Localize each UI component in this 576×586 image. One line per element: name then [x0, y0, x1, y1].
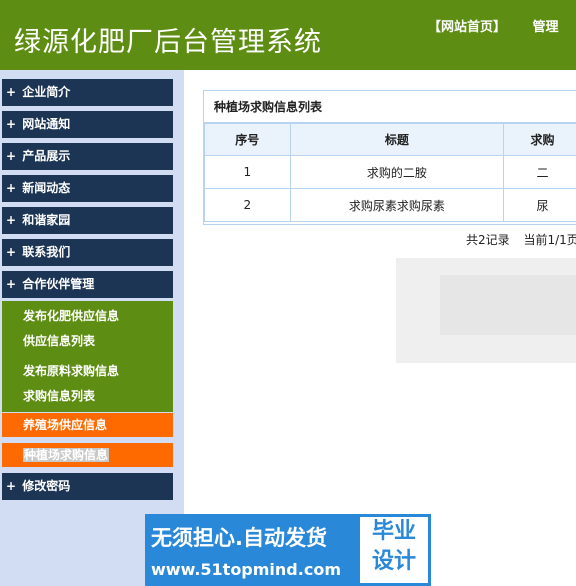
list-panel: 种植场求购信息列表 序号 标题 求购 1 求购的二胺 二 2 求购尿素求购尿素 …	[203, 90, 576, 225]
table-row: 2 求购尿素求购尿素 尿	[204, 188, 576, 222]
sidebar: + 企业简介 + 网站通知 + 产品展示 + 新闻动态 + 和谐家园 + 联系我…	[0, 70, 184, 586]
nav-manage-link[interactable]: 管理	[533, 20, 559, 35]
column-header-title: 标题	[289, 123, 505, 156]
column-header-no: 序号	[204, 123, 291, 156]
sidebar-item-products[interactable]: + 产品展示	[2, 143, 173, 170]
farm-supply-link[interactable]: 养殖场供应信息	[2, 413, 173, 437]
partner-sub-group-buy: 发布原料求购信息 求购信息列表	[2, 356, 173, 412]
table-row: 1 求购的二胺 二	[204, 155, 576, 189]
ad-banner[interactable]: 无须担心.自动发货 www.51topmind.com 毕业 设计	[145, 514, 431, 586]
cell-item: 尿	[503, 188, 576, 222]
pager: 共2记录 当前1/1页	[466, 231, 576, 248]
sidebar-item-label: 网站通知	[22, 117, 71, 131]
cell-title[interactable]: 求购尿素求购尿素	[289, 188, 505, 222]
sidebar-item-label: 修改密码	[22, 479, 71, 493]
system-title: 绿源化肥厂后台管理系统	[14, 27, 322, 58]
pager-total: 共2记录	[466, 233, 510, 247]
supply-list-link[interactable]: 供应信息列表	[2, 329, 173, 354]
ad-badge-line2: 设计	[371, 549, 416, 574]
cell-title[interactable]: 求购的二胺	[289, 155, 505, 189]
cell-no: 1	[204, 155, 291, 189]
plus-icon: +	[6, 149, 17, 163]
plus-icon: +	[6, 85, 17, 99]
plus-icon: +	[6, 277, 17, 291]
sidebar-item-news[interactable]: + 新闻动态	[2, 175, 173, 202]
publish-fertilizer-supply-link[interactable]: 发布化肥供应信息	[2, 304, 173, 329]
publish-material-buy-link[interactable]: 发布原料求购信息	[2, 359, 173, 384]
cell-no: 2	[204, 188, 291, 222]
blurred-region	[440, 275, 576, 335]
farm-supply-label: 养殖场供应信息	[23, 418, 108, 432]
panel-title: 种植场求购信息列表	[204, 91, 576, 123]
sidebar-item-label: 新闻动态	[22, 181, 71, 195]
pager-current: 当前1/1页	[523, 233, 576, 247]
plus-icon: +	[6, 117, 17, 131]
sidebar-item-site-notice[interactable]: + 网站通知	[2, 111, 173, 138]
sidebar-item-label: 联系我们	[22, 245, 71, 259]
sidebar-item-company-intro[interactable]: + 企业简介	[2, 79, 173, 106]
sidebar-item-label: 和谐家园	[22, 213, 71, 227]
partner-sub-group-supply: 发布化肥供应信息 供应信息列表	[2, 301, 173, 357]
plus-icon: +	[6, 479, 17, 493]
top-nav: 【网站首页】 管理	[428, 16, 576, 35]
sidebar-item-label: 产品展示	[22, 149, 71, 163]
nav-home-link[interactable]: 【网站首页】	[428, 20, 506, 35]
buy-list-link[interactable]: 求购信息列表	[2, 384, 173, 409]
sidebar-item-label: 企业简介	[22, 85, 71, 99]
column-header-item: 求购	[503, 123, 576, 156]
buy-info-table: 序号 标题 求购 1 求购的二胺 二 2 求购尿素求购尿素 尿	[204, 123, 576, 222]
header: 绿源化肥厂后台管理系统 【网站首页】 管理	[0, 0, 576, 70]
ad-slogan: 无须担心.自动发货	[151, 526, 327, 550]
ad-badge-line1: 毕业	[371, 519, 416, 544]
cell-item: 二	[503, 155, 576, 189]
plant-buy-label: 种植场求购信息	[23, 448, 110, 462]
ad-url: www.51topmind.com	[151, 560, 341, 579]
sidebar-item-contact[interactable]: + 联系我们	[2, 239, 173, 266]
table-header-row: 序号 标题 求购	[204, 123, 576, 156]
sidebar-item-partner-manage[interactable]: + 合作伙伴管理	[2, 271, 173, 298]
sidebar-item-change-password[interactable]: + 修改密码	[2, 473, 173, 500]
sidebar-item-label: 合作伙伴管理	[22, 277, 95, 291]
plus-icon: +	[6, 213, 17, 227]
plus-icon: +	[6, 245, 17, 259]
ad-badge: 毕业 设计	[357, 514, 431, 586]
plus-icon: +	[6, 181, 17, 195]
plant-buy-link[interactable]: 种植场求购信息	[2, 443, 173, 467]
sidebar-item-harmony-home[interactable]: + 和谐家园	[2, 207, 173, 234]
